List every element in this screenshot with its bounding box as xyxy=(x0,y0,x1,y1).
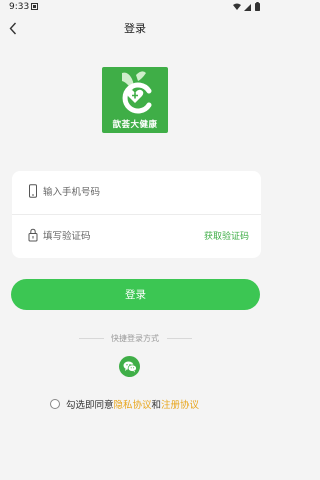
wifi-icon xyxy=(233,3,241,10)
app-logo: 歆荟大健康 xyxy=(102,67,168,133)
login-form: 获取验证码 xyxy=(12,171,261,258)
wechat-login-button[interactable] xyxy=(119,356,140,377)
wechat-icon xyxy=(123,361,137,372)
lock-icon xyxy=(28,228,38,242)
agreement-prefix: 勾选即同意 xyxy=(66,400,114,411)
phone-row xyxy=(12,171,261,215)
signal-icon xyxy=(244,4,251,11)
get-code-button[interactable]: 获取验证码 xyxy=(204,229,249,242)
notification-icon xyxy=(31,3,38,10)
agree-checkbox[interactable] xyxy=(50,399,60,409)
agreement-row: 勾选即同意 隐私协议 和 注册协议 xyxy=(50,397,250,411)
status-bar: 9:33 xyxy=(0,0,270,14)
privacy-policy-link[interactable]: 隐私协议 xyxy=(114,397,152,411)
agreement-and: 和 xyxy=(151,400,162,411)
logo-text: 歆荟大健康 xyxy=(112,120,158,130)
divider-right xyxy=(167,338,192,339)
phone-input[interactable] xyxy=(43,182,193,202)
verification-code-input[interactable] xyxy=(43,226,173,246)
logo-emblem xyxy=(122,71,152,114)
phone-icon xyxy=(29,184,37,198)
app-header: 登录 xyxy=(0,14,270,42)
register-agreement-link[interactable]: 注册协议 xyxy=(161,397,199,411)
page-title: 登录 xyxy=(124,22,146,35)
battery-icon xyxy=(255,2,260,11)
status-icons xyxy=(233,2,260,11)
login-button[interactable]: 登录 xyxy=(11,279,260,310)
code-row: 获取验证码 xyxy=(12,215,261,258)
quick-login-label: 快捷登录方式 xyxy=(111,334,159,343)
status-time: 9:33 xyxy=(9,2,30,12)
